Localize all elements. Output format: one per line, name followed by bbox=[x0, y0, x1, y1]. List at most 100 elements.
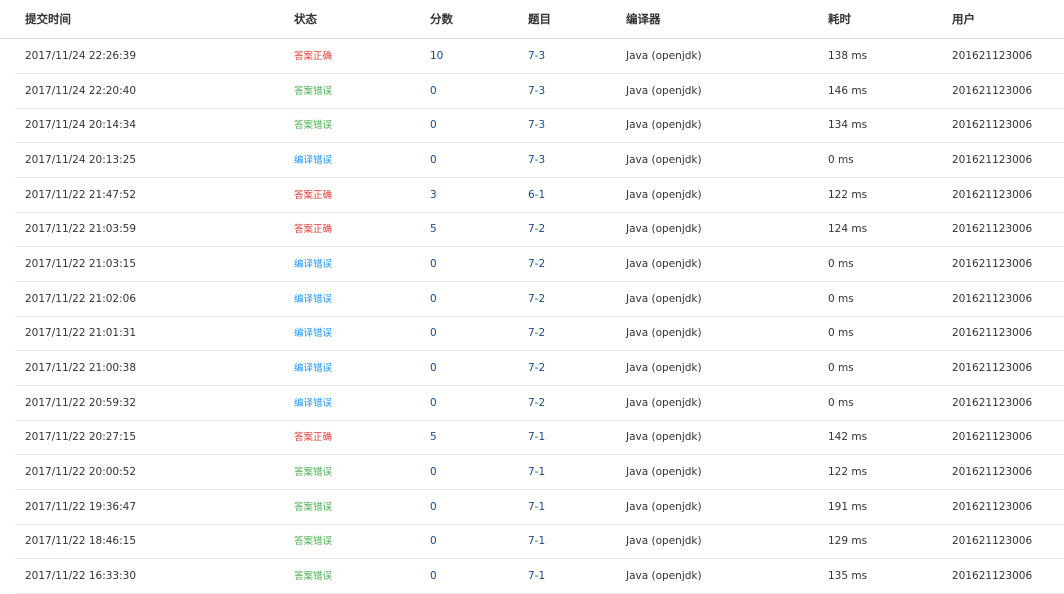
status-link[interactable]: 编译错误 bbox=[294, 397, 332, 410]
table-row: 2017/11/22 18:46:15 答案错误 0 7-1 Java (openjdk… bbox=[15, 524, 1064, 560]
header-status[interactable]: 状态 bbox=[294, 12, 317, 26]
header-problem[interactable]: 题目 bbox=[528, 12, 551, 26]
table-row: 2017/11/22 16:33:30 答案错误 0 7-1 Java (openjdk… bbox=[15, 559, 1064, 594]
status-link[interactable]: 答案错误 bbox=[294, 570, 332, 583]
user-id: 201621123006 bbox=[952, 50, 1033, 62]
submit-time: 2017/11/22 21:47:52 bbox=[25, 188, 137, 201]
problem-link[interactable]: 7-3 bbox=[528, 50, 545, 63]
compiler: Java (openjdk) bbox=[626, 327, 702, 340]
compiler: Java (openjdk) bbox=[626, 500, 702, 513]
status-link[interactable]: 答案错误 bbox=[294, 501, 332, 514]
header-submit-time[interactable]: 提交时间 bbox=[25, 12, 71, 26]
duration: 142 ms bbox=[828, 431, 868, 444]
table-header: 提交时间 状态 分数 题目 编译器 耗时 用户 bbox=[0, 0, 1064, 39]
status-link[interactable]: 编译错误 bbox=[294, 154, 332, 167]
score-link[interactable]: 0 bbox=[430, 397, 437, 410]
problem-link[interactable]: 7-2 bbox=[528, 258, 545, 271]
duration: 146 ms bbox=[828, 84, 868, 97]
duration: 124 ms bbox=[828, 223, 868, 236]
problem-link[interactable]: 7-3 bbox=[528, 154, 545, 167]
problem-link[interactable]: 7-1 bbox=[528, 570, 545, 583]
problem-link[interactable]: 7-3 bbox=[528, 85, 545, 98]
table-row: 2017/11/22 20:59:32 编译错误 0 7-2 Java (openjdk… bbox=[15, 386, 1064, 421]
submit-time: 2017/11/24 20:14:34 bbox=[25, 119, 137, 132]
problem-link[interactable]: 7-2 bbox=[528, 223, 545, 236]
table-row: 2017/11/22 20:00:52 答案错误 0 7-1 Java (openjdk… bbox=[15, 455, 1064, 491]
score-link[interactable]: 0 bbox=[430, 570, 437, 583]
problem-link[interactable]: 7-2 bbox=[528, 362, 545, 375]
score-link[interactable]: 0 bbox=[430, 327, 437, 340]
submit-time: 2017/11/22 19:36:47 bbox=[25, 500, 137, 513]
score-link[interactable]: 5 bbox=[430, 431, 437, 444]
status-link[interactable]: 编译错误 bbox=[294, 293, 332, 306]
status-link[interactable]: 答案正确 bbox=[294, 189, 332, 202]
status-link[interactable]: 答案正确 bbox=[294, 50, 332, 63]
duration: 122 ms bbox=[828, 188, 868, 201]
submit-time: 2017/11/22 18:46:15 bbox=[25, 535, 137, 548]
table-row: 2017/11/22 19:36:47 答案错误 0 7-1 Java (openjdk… bbox=[15, 490, 1064, 525]
status-link[interactable]: 答案正确 bbox=[294, 431, 332, 444]
compiler: Java (openjdk) bbox=[626, 84, 702, 97]
header-score[interactable]: 分数 bbox=[430, 12, 453, 26]
score-link[interactable]: 0 bbox=[430, 293, 437, 306]
user-id: 201621123006 bbox=[952, 223, 1033, 236]
score-link[interactable]: 10 bbox=[430, 50, 443, 63]
status-link[interactable]: 答案错误 bbox=[294, 535, 332, 548]
submissions-table: 提交时间 状态 分数 题目 编译器 耗时 用户 2017/11/24 22:26… bbox=[0, 0, 1064, 594]
compiler: Java (openjdk) bbox=[626, 535, 702, 548]
score-link[interactable]: 5 bbox=[430, 223, 437, 236]
compiler: Java (openjdk) bbox=[626, 154, 702, 166]
problem-link[interactable]: 7-2 bbox=[528, 327, 545, 340]
score-link[interactable]: 0 bbox=[430, 466, 437, 479]
user-id: 201621123006 bbox=[952, 84, 1033, 97]
compiler: Java (openjdk) bbox=[626, 466, 702, 479]
problem-link[interactable]: 7-1 bbox=[528, 431, 545, 444]
status-link[interactable]: 编译错误 bbox=[294, 258, 332, 271]
problem-link[interactable]: 6-1 bbox=[528, 189, 545, 202]
submit-time: 2017/11/24 22:20:40 bbox=[25, 84, 137, 97]
user-id: 201621123006 bbox=[952, 570, 1033, 583]
compiler: Java (openjdk) bbox=[626, 50, 702, 62]
duration: 0 ms bbox=[828, 292, 854, 305]
user-id: 201621123006 bbox=[952, 500, 1033, 513]
duration: 134 ms bbox=[828, 119, 868, 132]
problem-link[interactable]: 7-1 bbox=[528, 501, 545, 514]
score-link[interactable]: 0 bbox=[430, 154, 437, 167]
problem-link[interactable]: 7-2 bbox=[528, 293, 545, 306]
header-duration[interactable]: 耗时 bbox=[828, 12, 851, 26]
score-link[interactable]: 0 bbox=[430, 362, 437, 375]
compiler: Java (openjdk) bbox=[626, 362, 702, 375]
status-link[interactable]: 答案错误 bbox=[294, 466, 332, 479]
problem-link[interactable]: 7-1 bbox=[528, 466, 545, 479]
user-id: 201621123006 bbox=[952, 188, 1033, 201]
header-compiler[interactable]: 编译器 bbox=[626, 12, 661, 26]
status-link[interactable]: 编译错误 bbox=[294, 362, 332, 375]
score-link[interactable]: 3 bbox=[430, 189, 437, 202]
status-link[interactable]: 答案错误 bbox=[294, 119, 332, 132]
submit-time: 2017/11/22 21:03:59 bbox=[25, 223, 137, 236]
compiler: Java (openjdk) bbox=[626, 119, 702, 132]
problem-link[interactable]: 7-3 bbox=[528, 119, 545, 132]
status-link[interactable]: 答案错误 bbox=[294, 85, 332, 98]
submit-time: 2017/11/22 20:00:52 bbox=[25, 466, 137, 479]
submit-time: 2017/11/22 21:02:06 bbox=[25, 292, 137, 305]
status-link[interactable]: 编译错误 bbox=[294, 327, 332, 340]
score-link[interactable]: 0 bbox=[430, 85, 437, 98]
duration: 0 ms bbox=[828, 154, 854, 166]
submit-time: 2017/11/22 21:01:31 bbox=[25, 327, 137, 340]
score-link[interactable]: 0 bbox=[430, 535, 437, 548]
header-user[interactable]: 用户 bbox=[952, 12, 975, 26]
table-row: 2017/11/22 21:47:52 答案正确 3 6-1 Java (openjdk… bbox=[15, 178, 1064, 213]
submit-time: 2017/11/22 21:03:15 bbox=[25, 258, 137, 271]
user-id: 201621123006 bbox=[952, 431, 1033, 444]
score-link[interactable]: 0 bbox=[430, 119, 437, 132]
table-row: 2017/11/22 21:03:59 答案正确 5 7-2 Java (openjdk… bbox=[15, 212, 1064, 248]
user-id: 201621123006 bbox=[952, 327, 1033, 340]
problem-link[interactable]: 7-1 bbox=[528, 535, 545, 548]
problem-link[interactable]: 7-2 bbox=[528, 397, 545, 410]
status-link[interactable]: 答案正确 bbox=[294, 223, 332, 236]
score-link[interactable]: 0 bbox=[430, 258, 437, 271]
submit-time: 2017/11/22 16:33:30 bbox=[25, 570, 137, 583]
score-link[interactable]: 0 bbox=[430, 501, 437, 514]
submit-time: 2017/11/24 20:13:25 bbox=[25, 154, 137, 166]
